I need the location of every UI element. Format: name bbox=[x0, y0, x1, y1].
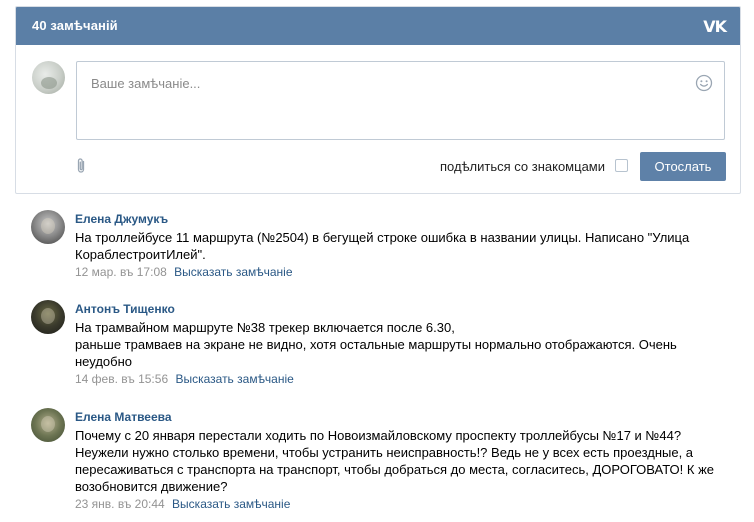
current-user-avatar bbox=[32, 61, 65, 94]
comments-count-title: 40 замѣчаній bbox=[32, 18, 118, 33]
comment-meta: 23 янв. въ 20:44 Высказать замѣчаніе bbox=[75, 497, 731, 512]
comment-text: На трамвайном маршруте №38 трекер включа… bbox=[75, 320, 677, 369]
comment-author-avatar[interactable] bbox=[31, 408, 65, 442]
reply-link[interactable]: Высказать замѣчаніе bbox=[174, 265, 292, 279]
comment-author-link[interactable]: Антонъ Тищенко bbox=[75, 302, 731, 317]
vk-logo-icon[interactable]: VK bbox=[703, 17, 727, 36]
reply-link[interactable]: Высказать замѣчаніе bbox=[175, 372, 293, 386]
comment-meta: 14 фев. въ 15:56 Высказать замѣчаніе bbox=[75, 372, 731, 387]
comment-placeholder: Ваше замѣчаніе... bbox=[91, 76, 201, 91]
share-with-friends-label: подѣлиться со знакомцами bbox=[440, 159, 605, 174]
comment-text: Почему с 20 января перестали ходить по Н… bbox=[75, 428, 714, 494]
comment-author-link[interactable]: Елена Матвеева bbox=[75, 410, 731, 425]
comment-text: На троллейбусе 11 маршрута (№2504) в бег… bbox=[75, 230, 690, 262]
share-with-friends-checkbox[interactable] bbox=[615, 159, 628, 172]
comment-textarea[interactable]: Ваше замѣчаніе... bbox=[76, 61, 725, 140]
send-button[interactable]: Отослать bbox=[640, 152, 726, 181]
comment-meta: 12 мар. въ 17:08 Высказать замѣчаніе bbox=[75, 265, 731, 280]
comment-date[interactable]: 14 фев. въ 15:56 bbox=[75, 372, 168, 386]
comment-date[interactable]: 12 мар. въ 17:08 bbox=[75, 265, 167, 279]
reply-link[interactable]: Высказать замѣчаніе bbox=[172, 497, 290, 511]
paperclip-icon[interactable] bbox=[74, 157, 88, 175]
comment-author-link[interactable]: Елена Джумукъ bbox=[75, 212, 731, 227]
comment-author-avatar[interactable] bbox=[31, 210, 65, 244]
comment-author-avatar[interactable] bbox=[31, 300, 65, 334]
comments-widget: 40 замѣчаній VK Ваше замѣчаніе... подѣли… bbox=[15, 6, 741, 194]
smile-icon[interactable] bbox=[695, 74, 713, 92]
comment-body: Елена Матвеева Почему с 20 января перест… bbox=[75, 408, 731, 512]
comment-body: Антонъ Тищенко На трамвайном маршруте №3… bbox=[75, 300, 731, 387]
widget-header: 40 замѣчаній VK bbox=[16, 7, 740, 45]
comment-date[interactable]: 23 янв. въ 20:44 bbox=[75, 497, 165, 511]
comment-body: Елена Джумукъ На троллейбусе 11 маршрута… bbox=[75, 210, 731, 280]
